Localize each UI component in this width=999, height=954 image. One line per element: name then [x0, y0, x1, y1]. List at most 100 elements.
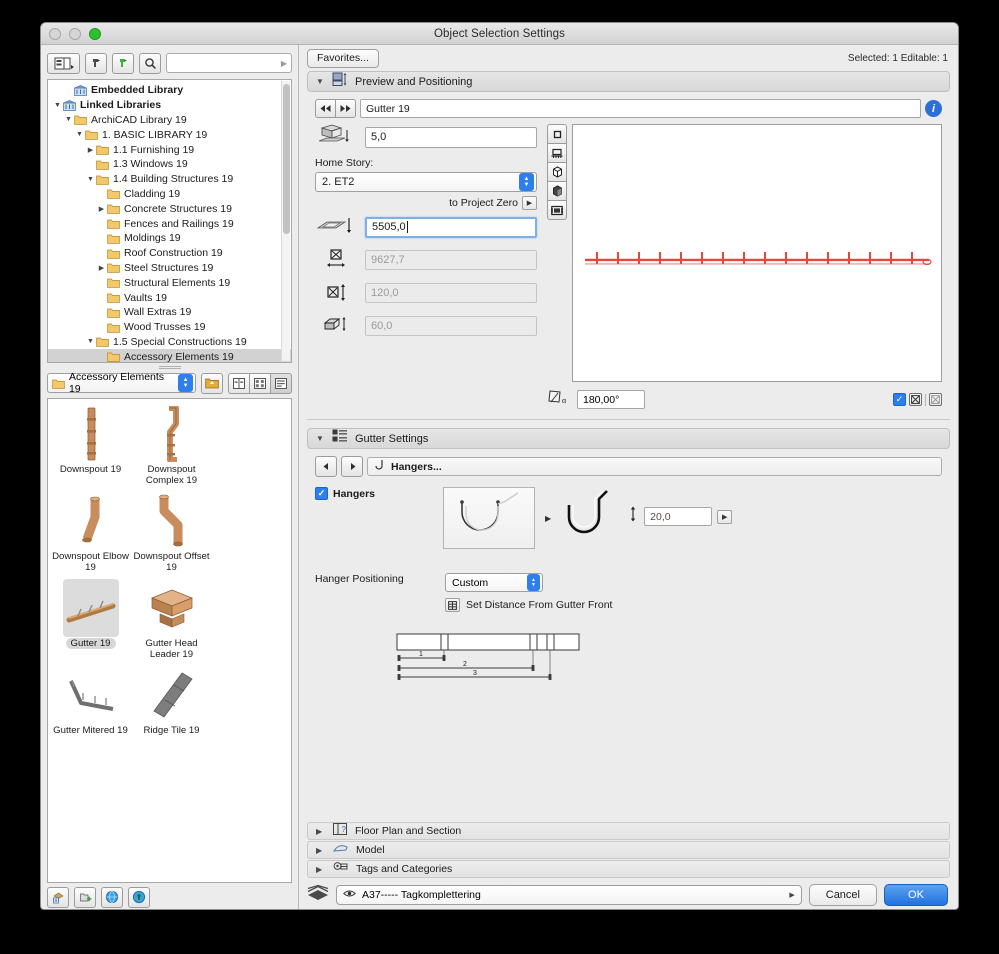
object-thumbnail-gutter-head[interactable]: Gutter Head Leader 19	[131, 579, 212, 660]
eye-icon[interactable]	[343, 889, 356, 901]
project-zero-input[interactable]: 5505,0	[365, 216, 537, 238]
tree-item-roof-construction-19[interactable]: Roof Construction 19	[48, 246, 291, 261]
object-nav-buttons[interactable]	[315, 99, 356, 118]
hanger-profile-swatch[interactable]	[443, 487, 535, 549]
tree-item-1-basic-library-19[interactable]: ▼ 1. BASIC LIBRARY 19	[48, 127, 291, 142]
search-history-chevron-icon[interactable]: ▶	[281, 59, 287, 68]
tree-item-vaults-19[interactable]: Vaults 19	[48, 290, 291, 305]
chevron-right-icon[interactable]: ▶	[85, 146, 96, 154]
library-tree[interactable]: Embedded Library ▼ Linked Libraries ▼ ArchiC…	[47, 79, 292, 363]
hanger-positioning-select[interactable]: Custom ▲ ▼	[445, 573, 543, 592]
width-input[interactable]: 9627,7	[365, 250, 537, 270]
hanger-positioning-stepper-icon[interactable]: ▲ ▼	[527, 574, 540, 591]
find-library-part-icon[interactable]	[85, 52, 107, 74]
height-input[interactable]: 120,0	[365, 283, 537, 303]
object-name-field[interactable]: Gutter 19	[360, 99, 921, 118]
preview-show-checkbox[interactable]: ✓	[893, 393, 906, 406]
library-tree-scrollbar[interactable]	[281, 81, 290, 361]
layer-chevron-icon[interactable]: ▶	[789, 891, 794, 899]
chevron-right-icon[interactable]: ▶	[316, 846, 325, 855]
home-story-stepper-icon[interactable]: ▲ ▼	[519, 173, 534, 191]
floor-plan-and-section-header[interactable]: ▶ ? Floor Plan and Section	[307, 822, 950, 840]
set-distance-row[interactable]: Set Distance From Gutter Front	[445, 598, 612, 612]
model-section-header[interactable]: ▶ Model	[307, 841, 950, 859]
current-folder-select[interactable]: Accessory Elements 19 ▲ ▼	[47, 371, 196, 395]
hangers-checkbox-row[interactable]: ✓ Hangers	[315, 487, 433, 500]
chevron-right-icon[interactable]: ▶	[316, 827, 325, 836]
tree-item-accessory-elements-19[interactable]: Accessory Elements 19	[48, 349, 291, 362]
preview-3d-wireframe-button[interactable]	[547, 162, 567, 182]
window-controls[interactable]	[49, 28, 101, 40]
object-thumbnail-downspout[interactable]: Downspout 19	[50, 405, 131, 486]
chevron-down-icon[interactable]: ▼	[52, 102, 63, 109]
layer-select[interactable]: A37----- Tagkomplettering ▶	[336, 885, 802, 905]
chevron-right-icon[interactable]: ▶	[96, 205, 107, 213]
previous-parameter-page-button[interactable]	[315, 456, 337, 477]
favorites-button[interactable]: Favorites...	[307, 48, 379, 68]
folder-up-button[interactable]	[201, 372, 223, 394]
cancel-button[interactable]: Cancel	[808, 884, 877, 906]
new-library-part-icon[interactable]	[112, 52, 134, 74]
chevron-down-icon[interactable]: ▼	[316, 434, 325, 443]
next-object-button[interactable]	[335, 99, 356, 118]
download-library-icon[interactable]	[128, 886, 150, 908]
preview-view-tools[interactable]	[547, 124, 567, 382]
preview-front-view-button[interactable]	[547, 143, 567, 163]
chevron-down-icon[interactable]: ▼	[63, 116, 74, 123]
chevron-down-icon[interactable]: ▼	[85, 338, 96, 345]
tree-item-embedded-library[interactable]: Embedded Library	[48, 83, 291, 98]
previous-object-button[interactable]	[315, 99, 336, 118]
chevron-down-icon[interactable]: ▼	[74, 131, 85, 138]
chevron-right-icon[interactable]: ▶	[96, 264, 107, 272]
minimize-button[interactable]	[69, 28, 81, 40]
hanger-distance-popup-button[interactable]: ▶	[717, 509, 733, 524]
object-thumbnail-downspout-complex[interactable]: Downspout Complex 19	[131, 405, 212, 486]
view-mode-detail-button[interactable]	[270, 372, 292, 394]
tree-item-1-5-special-constructions-19[interactable]: ▼ 1.5 Special Constructions 19	[48, 335, 291, 350]
preview-toggle-cluster[interactable]: ✓	[893, 393, 942, 406]
zoom-button[interactable]	[89, 28, 101, 40]
close-button[interactable]	[49, 28, 61, 40]
info-icon[interactable]: i	[925, 100, 942, 117]
elevation-input[interactable]: 5,0	[365, 126, 537, 148]
tree-item-concrete-structures-19[interactable]: ▶ Concrete Structures 19	[48, 201, 291, 216]
hangers-checkbox[interactable]: ✓	[315, 487, 328, 500]
object-thumbnail-ridge-tile[interactable]: Ridge Tile 19	[131, 666, 212, 736]
tree-item-1-3-windows-19[interactable]: 1.3 Windows 19	[48, 157, 291, 172]
layers-icon[interactable]	[307, 884, 329, 906]
tree-item-cladding-19[interactable]: Cladding 19	[48, 187, 291, 202]
search-input[interactable]: ▶	[166, 53, 292, 73]
object-preview-canvas[interactable]	[572, 124, 942, 382]
folder-stepper-icon[interactable]: ▲ ▼	[178, 374, 193, 392]
depth-input[interactable]: 60,0	[365, 316, 537, 336]
set-distance-grid-icon[interactable]	[445, 598, 460, 612]
object-thumbnail-gutter-mitered[interactable]: Gutter Mitered 19	[50, 666, 131, 736]
object-thumbnail-grid[interactable]: Downspout 19 Downspout Complex 19 Downspou…	[47, 398, 292, 883]
gutter-settings-section-header[interactable]: ▼ Gutter Settings	[307, 428, 950, 449]
tree-item-wall-extras-19[interactable]: Wall Extras 19	[48, 305, 291, 320]
tree-item-archicad-library-19[interactable]: ▼ ArchiCAD Library 19	[48, 113, 291, 128]
home-story-select[interactable]: 2. ET2 ▲ ▼	[315, 172, 537, 192]
tree-item-steel-structures-19[interactable]: ▶ Steel Structures 19	[48, 261, 291, 276]
preview-2d-symbol-button[interactable]	[547, 124, 567, 144]
globe-icon[interactable]	[101, 886, 123, 908]
next-parameter-page-button[interactable]	[341, 456, 363, 477]
search-icon[interactable]	[139, 52, 161, 74]
chevron-right-icon[interactable]: ▶	[316, 865, 325, 874]
tree-item-wood-trusses-19[interactable]: Wood Trusses 19	[48, 320, 291, 335]
library-manager-icon[interactable]	[47, 886, 69, 908]
preview-3d-shaded-button[interactable]	[547, 181, 567, 201]
project-zero-popup-button[interactable]: ▶	[522, 196, 537, 210]
tags-and-categories-header[interactable]: ▶ Tags and Categories	[307, 860, 950, 878]
tree-item-linked-libraries[interactable]: ▼ Linked Libraries	[48, 98, 291, 113]
object-thumbnail-gutter[interactable]: Gutter 19	[50, 579, 131, 660]
hangers-tab[interactable]: Hangers...	[367, 457, 942, 476]
tree-item-structural-elements-19[interactable]: Structural Elements 19	[48, 275, 291, 290]
preview-option-b-checkbox[interactable]	[929, 393, 942, 406]
view-mode-list-button[interactable]	[228, 372, 250, 394]
ok-button[interactable]: OK	[884, 884, 948, 906]
tree-item-1-1-furnishing-19[interactable]: ▶ 1.1 Furnishing 19	[48, 142, 291, 157]
tree-item-fences-and-railings-19[interactable]: Fences and Railings 19	[48, 216, 291, 231]
preview-positioning-section-header[interactable]: ▼ Preview and Positioning	[307, 71, 950, 92]
view-mode-grid-button[interactable]	[249, 372, 271, 394]
